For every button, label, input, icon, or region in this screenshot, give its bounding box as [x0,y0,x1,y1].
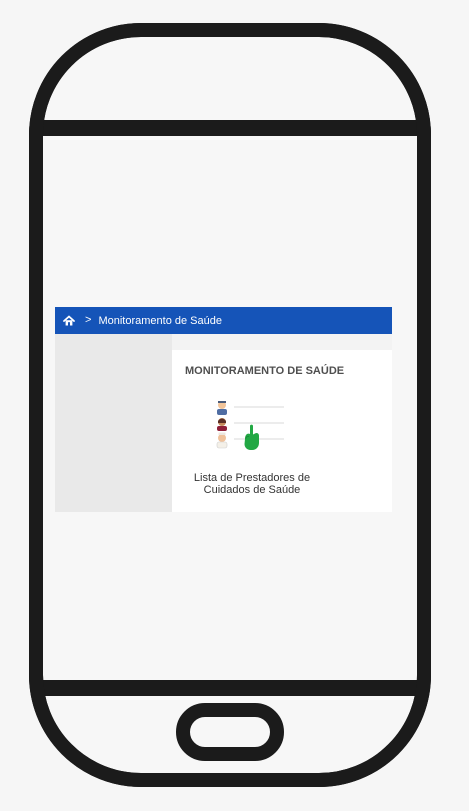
card-caption-line-2: Cuidados de Saúde [203,483,301,496]
app-screen: > Monitoramento de Saúde MONITORAMENTO D… [55,307,392,512]
home-icon[interactable] [63,315,75,327]
left-panel [55,334,172,512]
doctor-avatar-3 [216,432,228,449]
doctor-avatar-1 [217,401,227,415]
card-title: MONITORAMENTO DE SAÚDE [185,365,345,377]
breadcrumb-current: Monitoramento de Saúde [98,314,222,327]
breadcrumb-bar: > Monitoramento de Saúde [55,307,392,334]
health-monitoring-card[interactable]: MONITORAMENTO DE SAÚDE Lista de Prestado… [172,350,392,512]
doctor-avatar-2 [217,418,227,431]
card-caption-line-1: Lista de Prestadores de [193,472,311,484]
hand-pointer-icon [244,424,259,450]
card-caption: Lista de Prestadores de Cuidados de Saúd… [172,472,332,496]
provider-list-illustration [216,401,284,450]
breadcrumb-separator: > [85,314,92,326]
